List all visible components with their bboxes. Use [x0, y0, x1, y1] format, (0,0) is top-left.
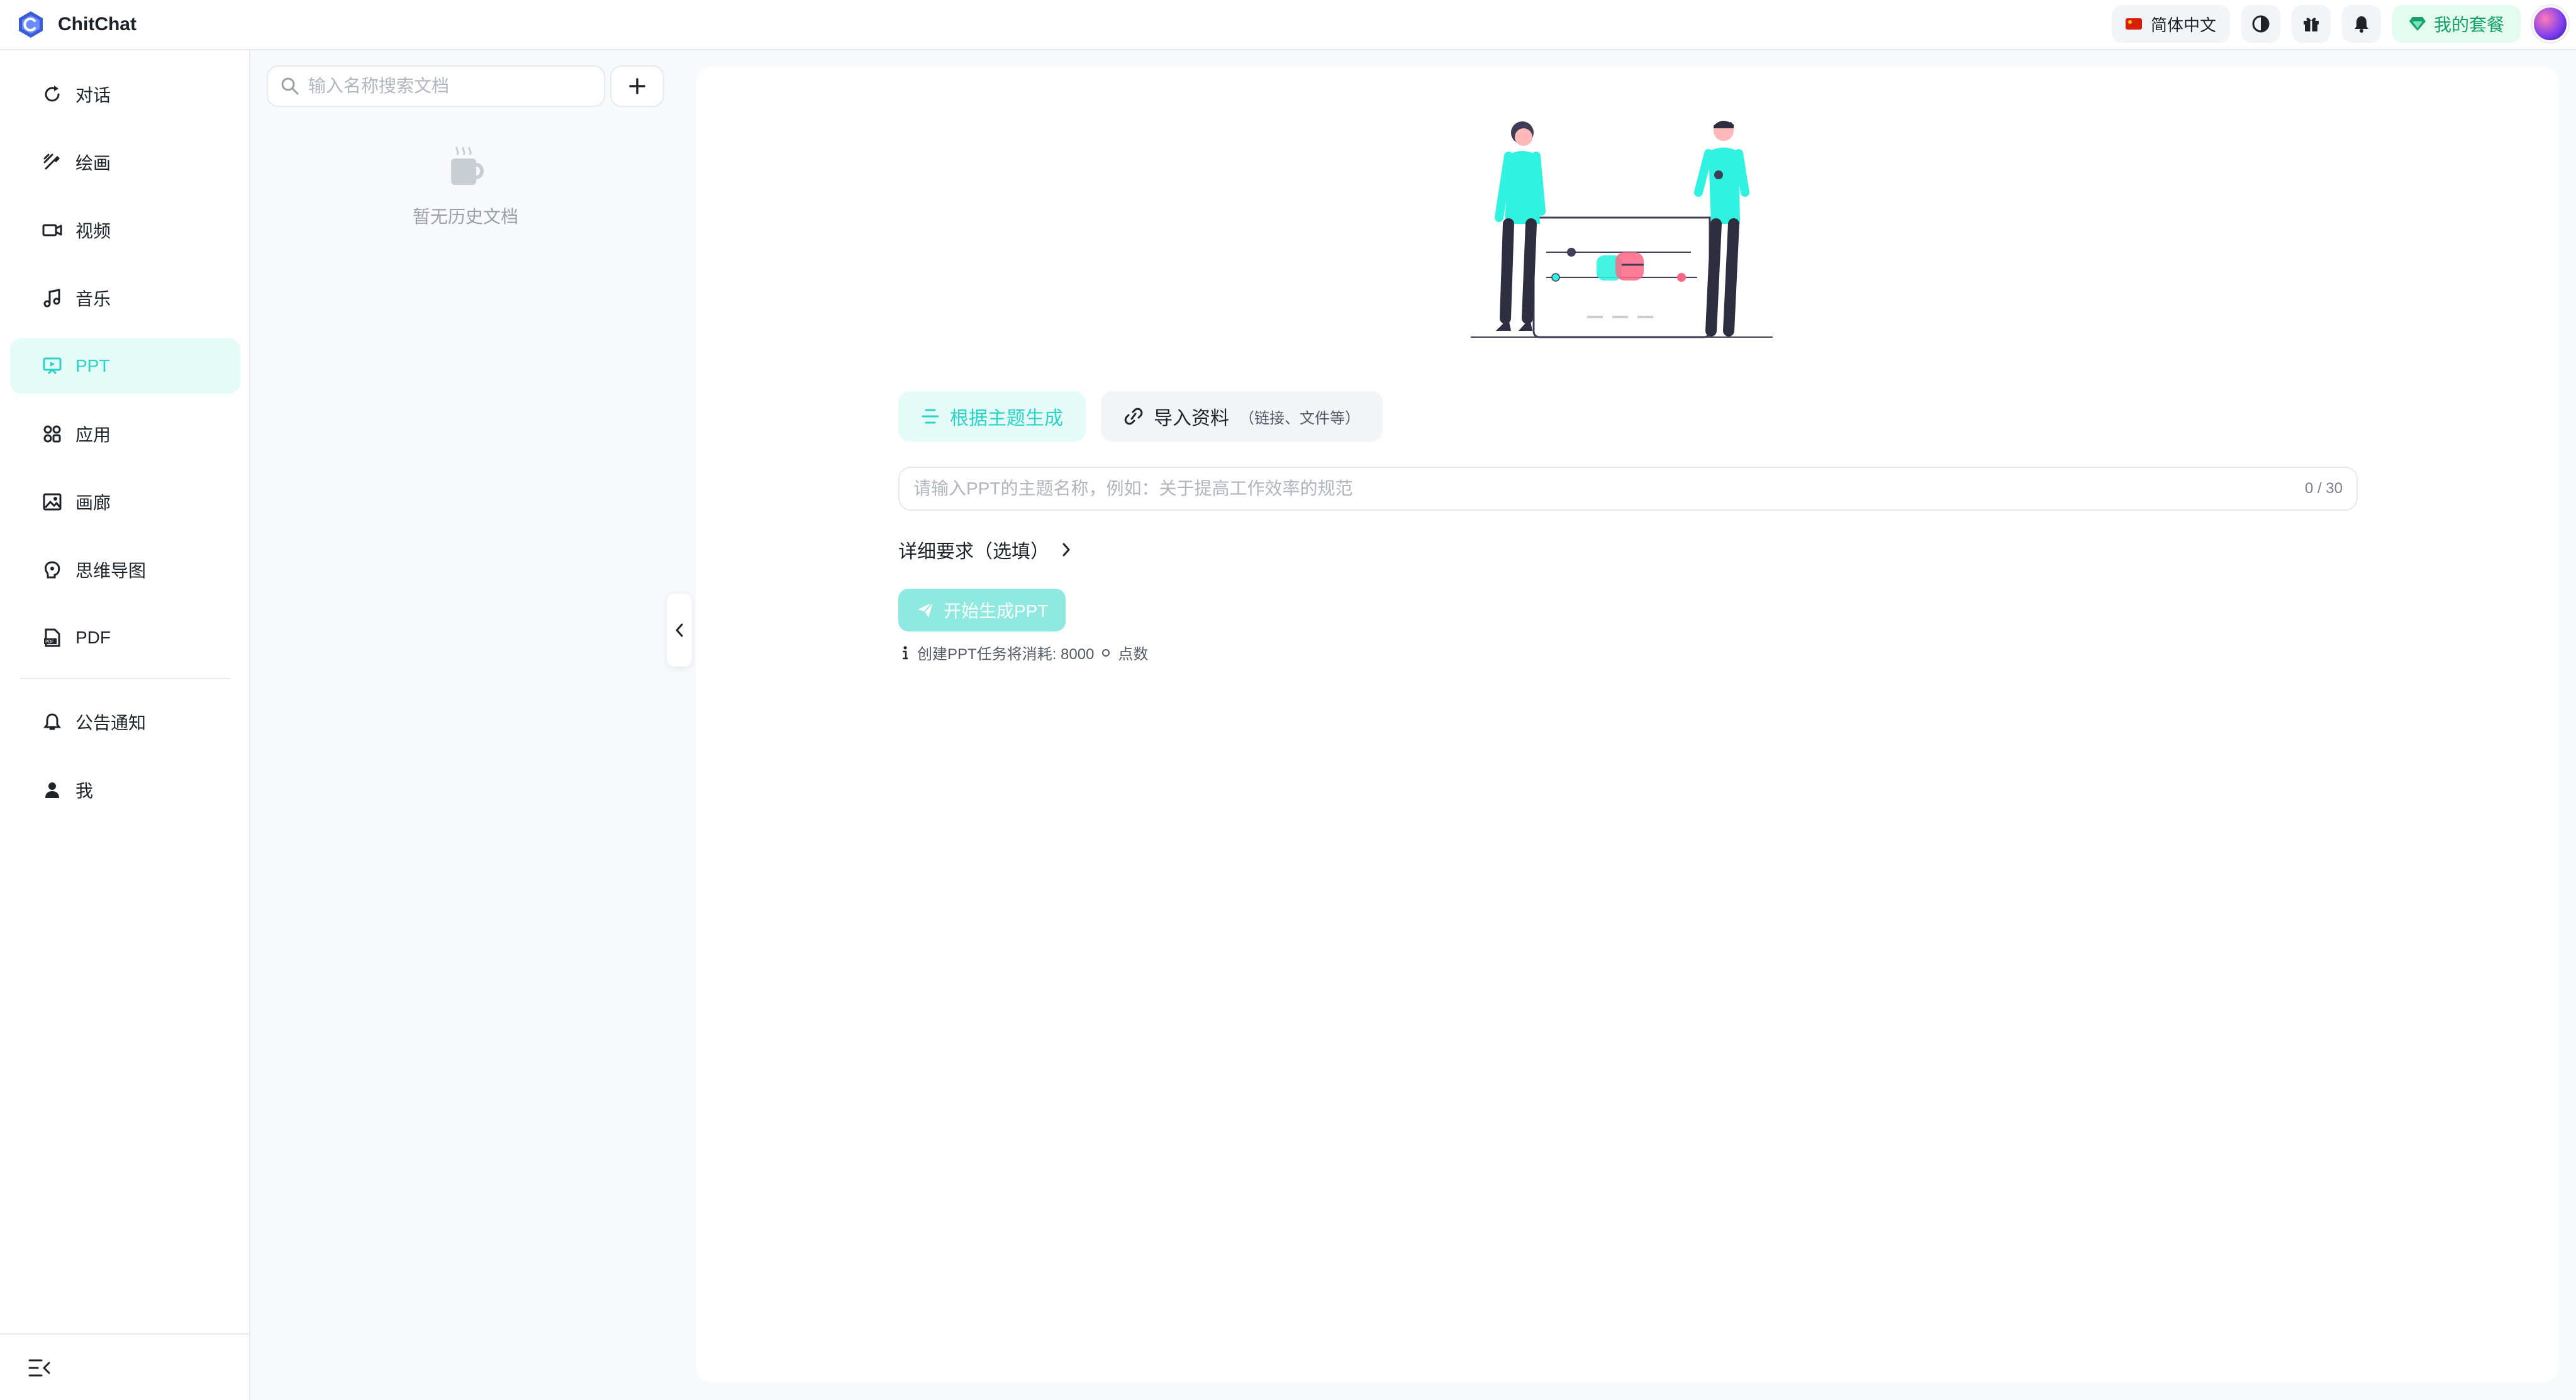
brush-icon	[42, 152, 63, 173]
tab-note: （链接、文件等）	[1239, 409, 1360, 427]
history-search	[267, 65, 605, 107]
gift-button[interactable]	[2291, 5, 2331, 43]
empty-state: 暂无历史文档	[252, 145, 679, 228]
chitchat-logo-icon	[19, 11, 43, 38]
china-flag-icon	[2125, 18, 2142, 30]
music-note-icon	[42, 287, 63, 309]
app-name: ChitChat	[58, 14, 137, 35]
presentation-icon	[42, 355, 63, 377]
diamond-icon	[2409, 17, 2426, 31]
sidebar-item-label: 音乐	[75, 289, 111, 309]
sidebar-item-gallery[interactable]: 画廊	[10, 474, 240, 530]
user-avatar[interactable]	[2532, 6, 2568, 42]
sidebar-item-label: 视频	[75, 221, 111, 241]
sidebar-item-announcements[interactable]: 公告通知	[10, 694, 240, 750]
topic-input-wrapper: 0 / 30	[898, 467, 2358, 511]
start-generate-button[interactable]: 开始生成PPT	[898, 589, 1066, 631]
language-label: 简体中文	[2150, 15, 2216, 35]
chat-refresh-icon	[42, 84, 63, 105]
topic-input[interactable]	[913, 479, 2305, 499]
svg-text:PDF: PDF	[45, 640, 54, 645]
top-actions: 简体中文 我的套餐	[2111, 5, 2568, 43]
sidebar-item-mindmap[interactable]: 思维导图	[10, 542, 240, 597]
image-gallery-icon	[42, 491, 63, 513]
my-plan-label: 我的套餐	[2433, 15, 2504, 35]
sidebar: 对话 绘画 视频 音乐 PPT 应用 画廊 思维导图 PDF PDF 公告通知 …	[0, 50, 250, 1400]
sidebar-item-label: 公告通知	[75, 713, 147, 733]
pdf-file-icon: PDF	[42, 627, 63, 648]
info-icon	[903, 646, 908, 659]
bell-icon	[2354, 16, 2368, 33]
sidebar-item-pdf[interactable]: PDF PDF	[10, 610, 240, 665]
coin-icon	[1102, 648, 1110, 657]
sidebar-footer	[0, 1333, 250, 1400]
presentation-illustration	[1471, 121, 1773, 338]
gift-icon	[2303, 18, 2319, 31]
ppt-generator-card: 根据主题生成 导入资料 （链接、文件等） 0 / 30 详细要求（选填） 开始生…	[696, 67, 2559, 1382]
tab-generate-by-topic[interactable]: 根据主题生成	[898, 391, 1086, 442]
sidebar-item-label: 思维导图	[75, 561, 147, 581]
coffee-cup-icon	[451, 146, 484, 185]
sidebar-item-label: 对话	[75, 86, 111, 105]
sidebar-item-video[interactable]: 视频	[10, 203, 240, 258]
sidebar-item-chat[interactable]: 对话	[10, 67, 240, 122]
align-center-icon	[922, 409, 939, 424]
user-icon	[42, 779, 63, 801]
sidebar-item-label: PPT	[75, 356, 110, 375]
tab-import-materials[interactable]: 导入资料 （链接、文件等）	[1101, 391, 1383, 442]
chevron-right-icon	[1062, 543, 1070, 557]
empty-state-text: 暂无历史文档	[412, 207, 518, 226]
sidebar-item-ppt[interactable]: PPT	[10, 338, 240, 394]
detail-requirements-label: 详细要求（选填）	[898, 542, 1049, 562]
top-bar: ChitChat 简体中文 我的套餐	[0, 0, 2576, 50]
theme-toggle-icon	[2252, 15, 2270, 33]
cost-notice: 创建PPT任务将消耗: 8000 点数	[901, 642, 1148, 664]
tab-label: 导入资料	[1154, 408, 1229, 429]
generation-mode-tabs: 根据主题生成 导入资料 （链接、文件等）	[898, 391, 1383, 442]
cost-unit: 点数	[1118, 646, 1149, 663]
my-plan-button[interactable]: 我的套餐	[2392, 5, 2521, 43]
sidebar-divider	[20, 678, 230, 679]
sidebar-item-label: 绘画	[75, 153, 111, 173]
collapse-history-handle[interactable]	[667, 594, 692, 667]
collapse-sidebar-icon[interactable]	[28, 1357, 53, 1379]
history-panel: 暂无历史文档	[252, 50, 679, 1400]
add-document-button[interactable]	[610, 65, 664, 107]
sidebar-nav: 对话 绘画 视频 音乐 PPT 应用 画廊 思维导图 PDF PDF 公告通知 …	[10, 67, 240, 830]
sidebar-item-label: 应用	[75, 425, 111, 445]
tab-label: 根据主题生成	[950, 408, 1063, 429]
bell-icon	[42, 711, 63, 733]
brand[interactable]: ChitChat	[16, 10, 137, 39]
sidebar-item-music[interactable]: 音乐	[10, 270, 240, 326]
send-icon	[918, 602, 934, 618]
start-generate-label: 开始生成PPT	[944, 601, 1049, 621]
video-camera-icon	[42, 219, 63, 241]
cost-text: 创建PPT任务将消耗: 8000	[917, 646, 1095, 663]
sidebar-item-label: 我	[75, 781, 94, 801]
plus-icon	[629, 78, 645, 94]
apps-icon	[42, 423, 63, 445]
notification-button[interactable]	[2341, 5, 2381, 43]
sidebar-item-label: 画廊	[75, 493, 111, 513]
sidebar-item-apps[interactable]: 应用	[10, 406, 240, 462]
sidebar-item-label: PDF	[75, 628, 111, 647]
chevron-left-icon	[676, 623, 683, 637]
link-icon	[1124, 408, 1143, 425]
language-selector[interactable]: 简体中文	[2111, 5, 2230, 43]
char-counter: 0 / 30	[2304, 480, 2343, 497]
mind-map-icon	[42, 559, 63, 581]
theme-toggle-button[interactable]	[2241, 5, 2280, 43]
search-input[interactable]	[308, 76, 585, 96]
detail-requirements-toggle[interactable]: 详细要求（选填）	[898, 536, 1072, 564]
sidebar-item-me[interactable]: 我	[10, 762, 240, 818]
sidebar-item-drawing[interactable]: 绘画	[10, 135, 240, 190]
search-icon	[281, 77, 299, 95]
